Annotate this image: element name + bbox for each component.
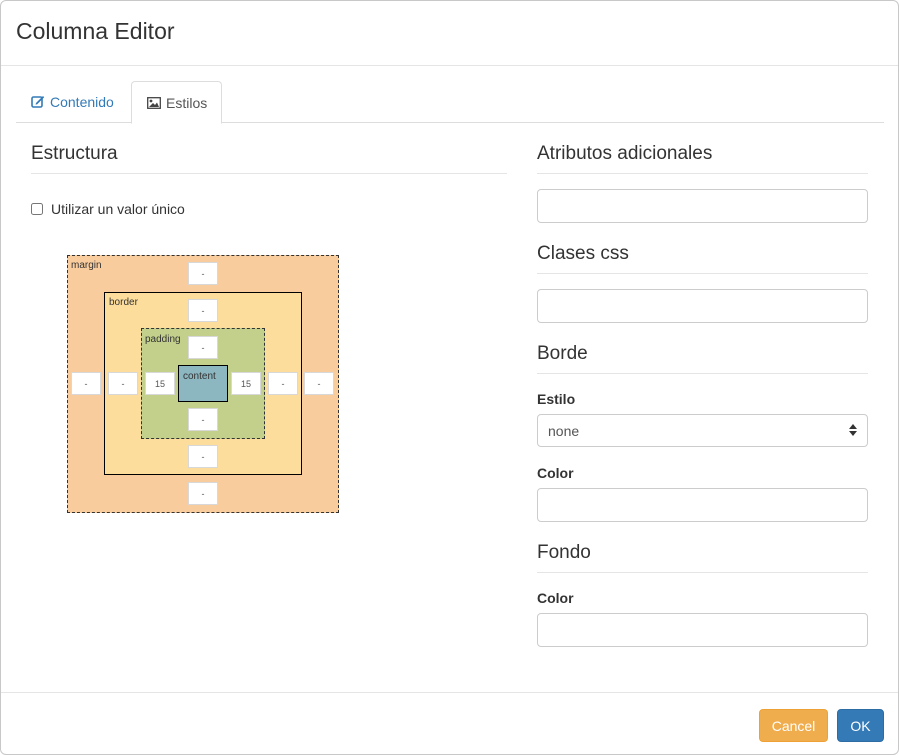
tab-contenido[interactable]: Contenido bbox=[16, 81, 129, 123]
atributos-input[interactable] bbox=[537, 189, 868, 223]
padding-left-input[interactable]: 15 bbox=[145, 372, 175, 395]
borde-color-label: Color bbox=[537, 465, 574, 481]
estilo-select-value: none bbox=[548, 422, 580, 439]
clases-input[interactable] bbox=[537, 289, 868, 323]
fondo-heading: Fondo bbox=[537, 542, 868, 573]
clases-heading: Clases css bbox=[537, 243, 868, 274]
padding-bottom-input[interactable]: - bbox=[188, 408, 218, 431]
border-right-input[interactable]: - bbox=[268, 372, 298, 395]
margin-left-input[interactable]: - bbox=[71, 372, 101, 395]
estilo-select[interactable]: none bbox=[537, 414, 868, 447]
fondo-color-input[interactable] bbox=[537, 613, 868, 647]
image-icon bbox=[147, 96, 161, 109]
tab-estilos[interactable]: Estilos bbox=[131, 81, 222, 124]
margin-top-input[interactable]: - bbox=[188, 262, 218, 285]
atributos-heading: Atributos adicionales bbox=[537, 143, 868, 174]
single-value-option[interactable]: Utilizar un valor único bbox=[31, 201, 185, 217]
estilo-label: Estilo bbox=[537, 391, 576, 407]
modal-header: Columna Editor bbox=[1, 1, 898, 66]
border-left-input[interactable]: - bbox=[108, 372, 138, 395]
padding-label: padding bbox=[145, 334, 181, 345]
tab-contenido-label: Contenido bbox=[50, 94, 114, 110]
modal-title: Columna Editor bbox=[16, 18, 175, 44]
estructura-heading: Estructura bbox=[31, 143, 507, 174]
select-arrows-icon bbox=[849, 423, 857, 439]
fondo-color-label: Color bbox=[537, 590, 574, 606]
cancel-button[interactable]: Cancel bbox=[759, 709, 828, 742]
tab-bar: Contenido Estilos bbox=[16, 81, 884, 124]
border-top-input[interactable]: - bbox=[188, 299, 218, 322]
ok-button[interactable]: OK bbox=[837, 709, 884, 742]
border-label: border bbox=[109, 297, 138, 308]
tab-estilos-label: Estilos bbox=[166, 94, 208, 111]
borde-color-input[interactable] bbox=[537, 488, 868, 522]
padding-right-input[interactable]: 15 bbox=[231, 372, 261, 395]
padding-top-input[interactable]: - bbox=[188, 336, 218, 359]
single-value-checkbox[interactable] bbox=[31, 203, 43, 215]
modal-footer bbox=[1, 692, 898, 693]
single-value-label: Utilizar un valor único bbox=[51, 201, 185, 217]
column-editor-modal: Columna Editor Contenido Estilos Estruct… bbox=[0, 0, 899, 755]
edit-icon bbox=[31, 95, 45, 109]
content-label: content bbox=[183, 371, 216, 382]
margin-bottom-input[interactable]: - bbox=[188, 482, 218, 505]
borde-heading: Borde bbox=[537, 343, 868, 374]
border-bottom-input[interactable]: - bbox=[188, 445, 218, 468]
margin-label: margin bbox=[71, 260, 102, 271]
margin-right-input[interactable]: - bbox=[304, 372, 334, 395]
